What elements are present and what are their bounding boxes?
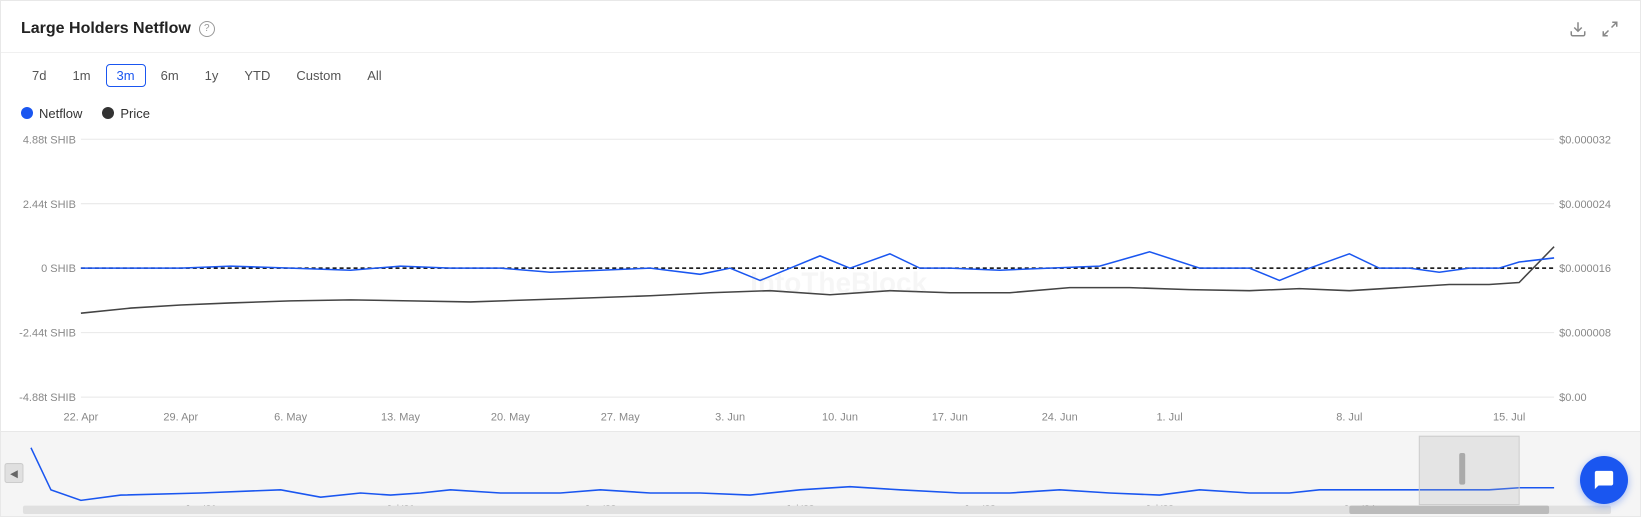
scroll-handle[interactable]	[1419, 436, 1519, 504]
y-label-top: 4.88t SHIB	[23, 134, 76, 146]
x-label-8: 10. Jun	[822, 412, 858, 424]
mini-chart: Jan '21 Jul '21 Jan '22 Jul '22 Jan '23 …	[1, 431, 1640, 516]
x-label-4: 13. May	[381, 412, 420, 424]
watermark: IntoTheBlock	[750, 266, 927, 298]
y-right-zero: $0.000016	[1559, 263, 1611, 275]
x-label-5: 20. May	[491, 412, 530, 424]
mini-chart-svg: Jan '21 Jul '21 Jan '22 Jul '22 Jan '23 …	[1, 432, 1640, 516]
filter-ytd[interactable]: YTD	[233, 64, 281, 87]
x-label-7: 3. Jun	[715, 412, 745, 424]
y-right-top: $0.000032	[1559, 134, 1611, 146]
x-label-6: 27. May	[601, 412, 640, 424]
y-label-neg1: -2.44t SHIB	[19, 328, 76, 340]
main-chart-svg: IntoTheBlock 4.88t SHIB 2.44t SHIB 0 SHI…	[1, 129, 1640, 431]
scrollbar-thumb[interactable]	[1349, 505, 1549, 513]
y-right-neg2: $0.00	[1559, 392, 1586, 404]
expand-button[interactable]	[1600, 19, 1620, 39]
filter-all[interactable]: All	[356, 64, 392, 87]
filter-6m[interactable]: 6m	[150, 64, 190, 87]
help-icon[interactable]: ?	[199, 21, 215, 37]
scroll-left-arrow: ◀	[10, 469, 18, 480]
scroll-handle-bar[interactable]	[1459, 453, 1465, 485]
header-right	[1568, 19, 1620, 39]
chat-button[interactable]	[1580, 456, 1628, 504]
chart-container: Large Holders Netflow ?	[0, 0, 1641, 517]
filter-7d[interactable]: 7d	[21, 64, 57, 87]
x-label-13: 15. Jul	[1493, 412, 1525, 424]
x-label-12: 8. Jul	[1336, 412, 1362, 424]
x-label-3: 6. May	[274, 412, 307, 424]
legend-netflow: Netflow	[21, 106, 82, 121]
chart-title: Large Holders Netflow	[21, 20, 191, 38]
time-filter-row: 7d 1m 3m 6m 1y YTD Custom All	[1, 53, 1640, 97]
filter-3m[interactable]: 3m	[106, 64, 146, 87]
x-label-9: 17. Jun	[932, 412, 968, 424]
y-label-zero: 0 SHIB	[41, 263, 76, 275]
x-label-10: 24. Jun	[1042, 412, 1078, 424]
filter-custom[interactable]: Custom	[285, 64, 352, 87]
y-label-2: 2.44t SHIB	[23, 199, 76, 211]
x-label-1: 22. Apr	[64, 412, 99, 424]
netflow-label: Netflow	[39, 106, 82, 121]
y-right-2: $0.000024	[1559, 199, 1611, 211]
y-right-neg1: $0.000008	[1559, 328, 1611, 340]
x-label-11: 1. Jul	[1156, 412, 1182, 424]
netflow-dot	[21, 107, 33, 119]
legend-row: Netflow Price	[1, 97, 1640, 129]
legend-price: Price	[102, 106, 150, 121]
chart-area: IntoTheBlock 4.88t SHIB 2.44t SHIB 0 SHI…	[1, 129, 1640, 516]
header-left: Large Holders Netflow ?	[21, 20, 215, 38]
filter-1y[interactable]: 1y	[194, 64, 230, 87]
y-label-neg2: -4.88t SHIB	[19, 392, 76, 404]
price-dot	[102, 107, 114, 119]
filter-1m[interactable]: 1m	[61, 64, 101, 87]
chart-header: Large Holders Netflow ?	[1, 1, 1640, 53]
main-chart: IntoTheBlock 4.88t SHIB 2.44t SHIB 0 SHI…	[1, 129, 1640, 431]
price-label: Price	[120, 106, 150, 121]
x-label-2: 29. Apr	[163, 412, 198, 424]
download-button[interactable]	[1568, 19, 1588, 39]
